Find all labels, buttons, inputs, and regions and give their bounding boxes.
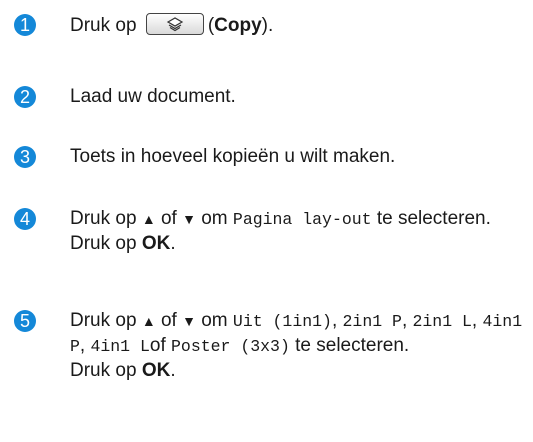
step-4-pre: Druk op <box>70 208 137 229</box>
ok-label: OK <box>141 233 171 254</box>
arrow-up-icon: ▲ <box>141 211 156 227</box>
copy-label: Copy <box>214 15 262 36</box>
step-4-line2-pre: Druk op <box>70 233 137 254</box>
arrow-down-icon: ▼ <box>182 211 196 227</box>
sep: , <box>401 310 408 331</box>
step-1-text: Druk op (Copy). <box>70 13 530 38</box>
step-5-post: te selecteren. <box>295 335 410 356</box>
step-4-post: te selecteren. <box>376 208 491 229</box>
ok-label: OK <box>141 360 171 381</box>
step-4-period: . <box>170 233 176 254</box>
option-2in1p: 2in1 P <box>342 312 402 331</box>
step-number-4: 4 <box>14 208 36 230</box>
step-4-of: of <box>160 208 177 229</box>
paren-close: ). <box>261 15 274 36</box>
option-uit: Uit (1in1) <box>232 312 332 331</box>
option-4in1l: 4in1 L <box>90 337 150 356</box>
option-2in1l: 2in1 L <box>412 312 472 331</box>
step-5-of2: of <box>149 335 166 356</box>
step-4-om: om <box>201 208 228 229</box>
step-5-om: om <box>201 310 228 331</box>
step-number-3: 3 <box>14 146 36 168</box>
step-5-line2-pre: Druk op <box>70 360 137 381</box>
menu-option: Pagina lay-out <box>232 210 372 229</box>
step-5-period: . <box>170 360 176 381</box>
arrow-up-icon: ▲ <box>141 313 156 329</box>
step-number-5: 5 <box>14 310 36 332</box>
step-1-pre: Druk op <box>70 15 137 36</box>
sep: , <box>331 310 338 331</box>
arrow-down-icon: ▼ <box>182 313 196 329</box>
copy-icon <box>166 17 184 32</box>
step-number-1: 1 <box>14 14 36 36</box>
step-5-pre: Druk op <box>70 310 137 331</box>
sep: , <box>471 310 478 331</box>
option-poster: Poster (3x3) <box>171 337 290 356</box>
step-5-text: Druk op ▲ of ▼ om Uit (1in1), 2in1 P, 2i… <box>70 309 530 383</box>
step-number-2: 2 <box>14 86 36 108</box>
step-5-of: of <box>160 310 177 331</box>
sep: , <box>79 335 86 356</box>
step-4-text: Druk op ▲ of ▼ om Pagina lay-out te sele… <box>70 207 530 256</box>
step-3-text: Toets in hoeveel kopieën u wilt maken. <box>70 146 396 167</box>
step-2-text: Laad uw document. <box>70 86 236 107</box>
copy-button <box>145 13 204 35</box>
